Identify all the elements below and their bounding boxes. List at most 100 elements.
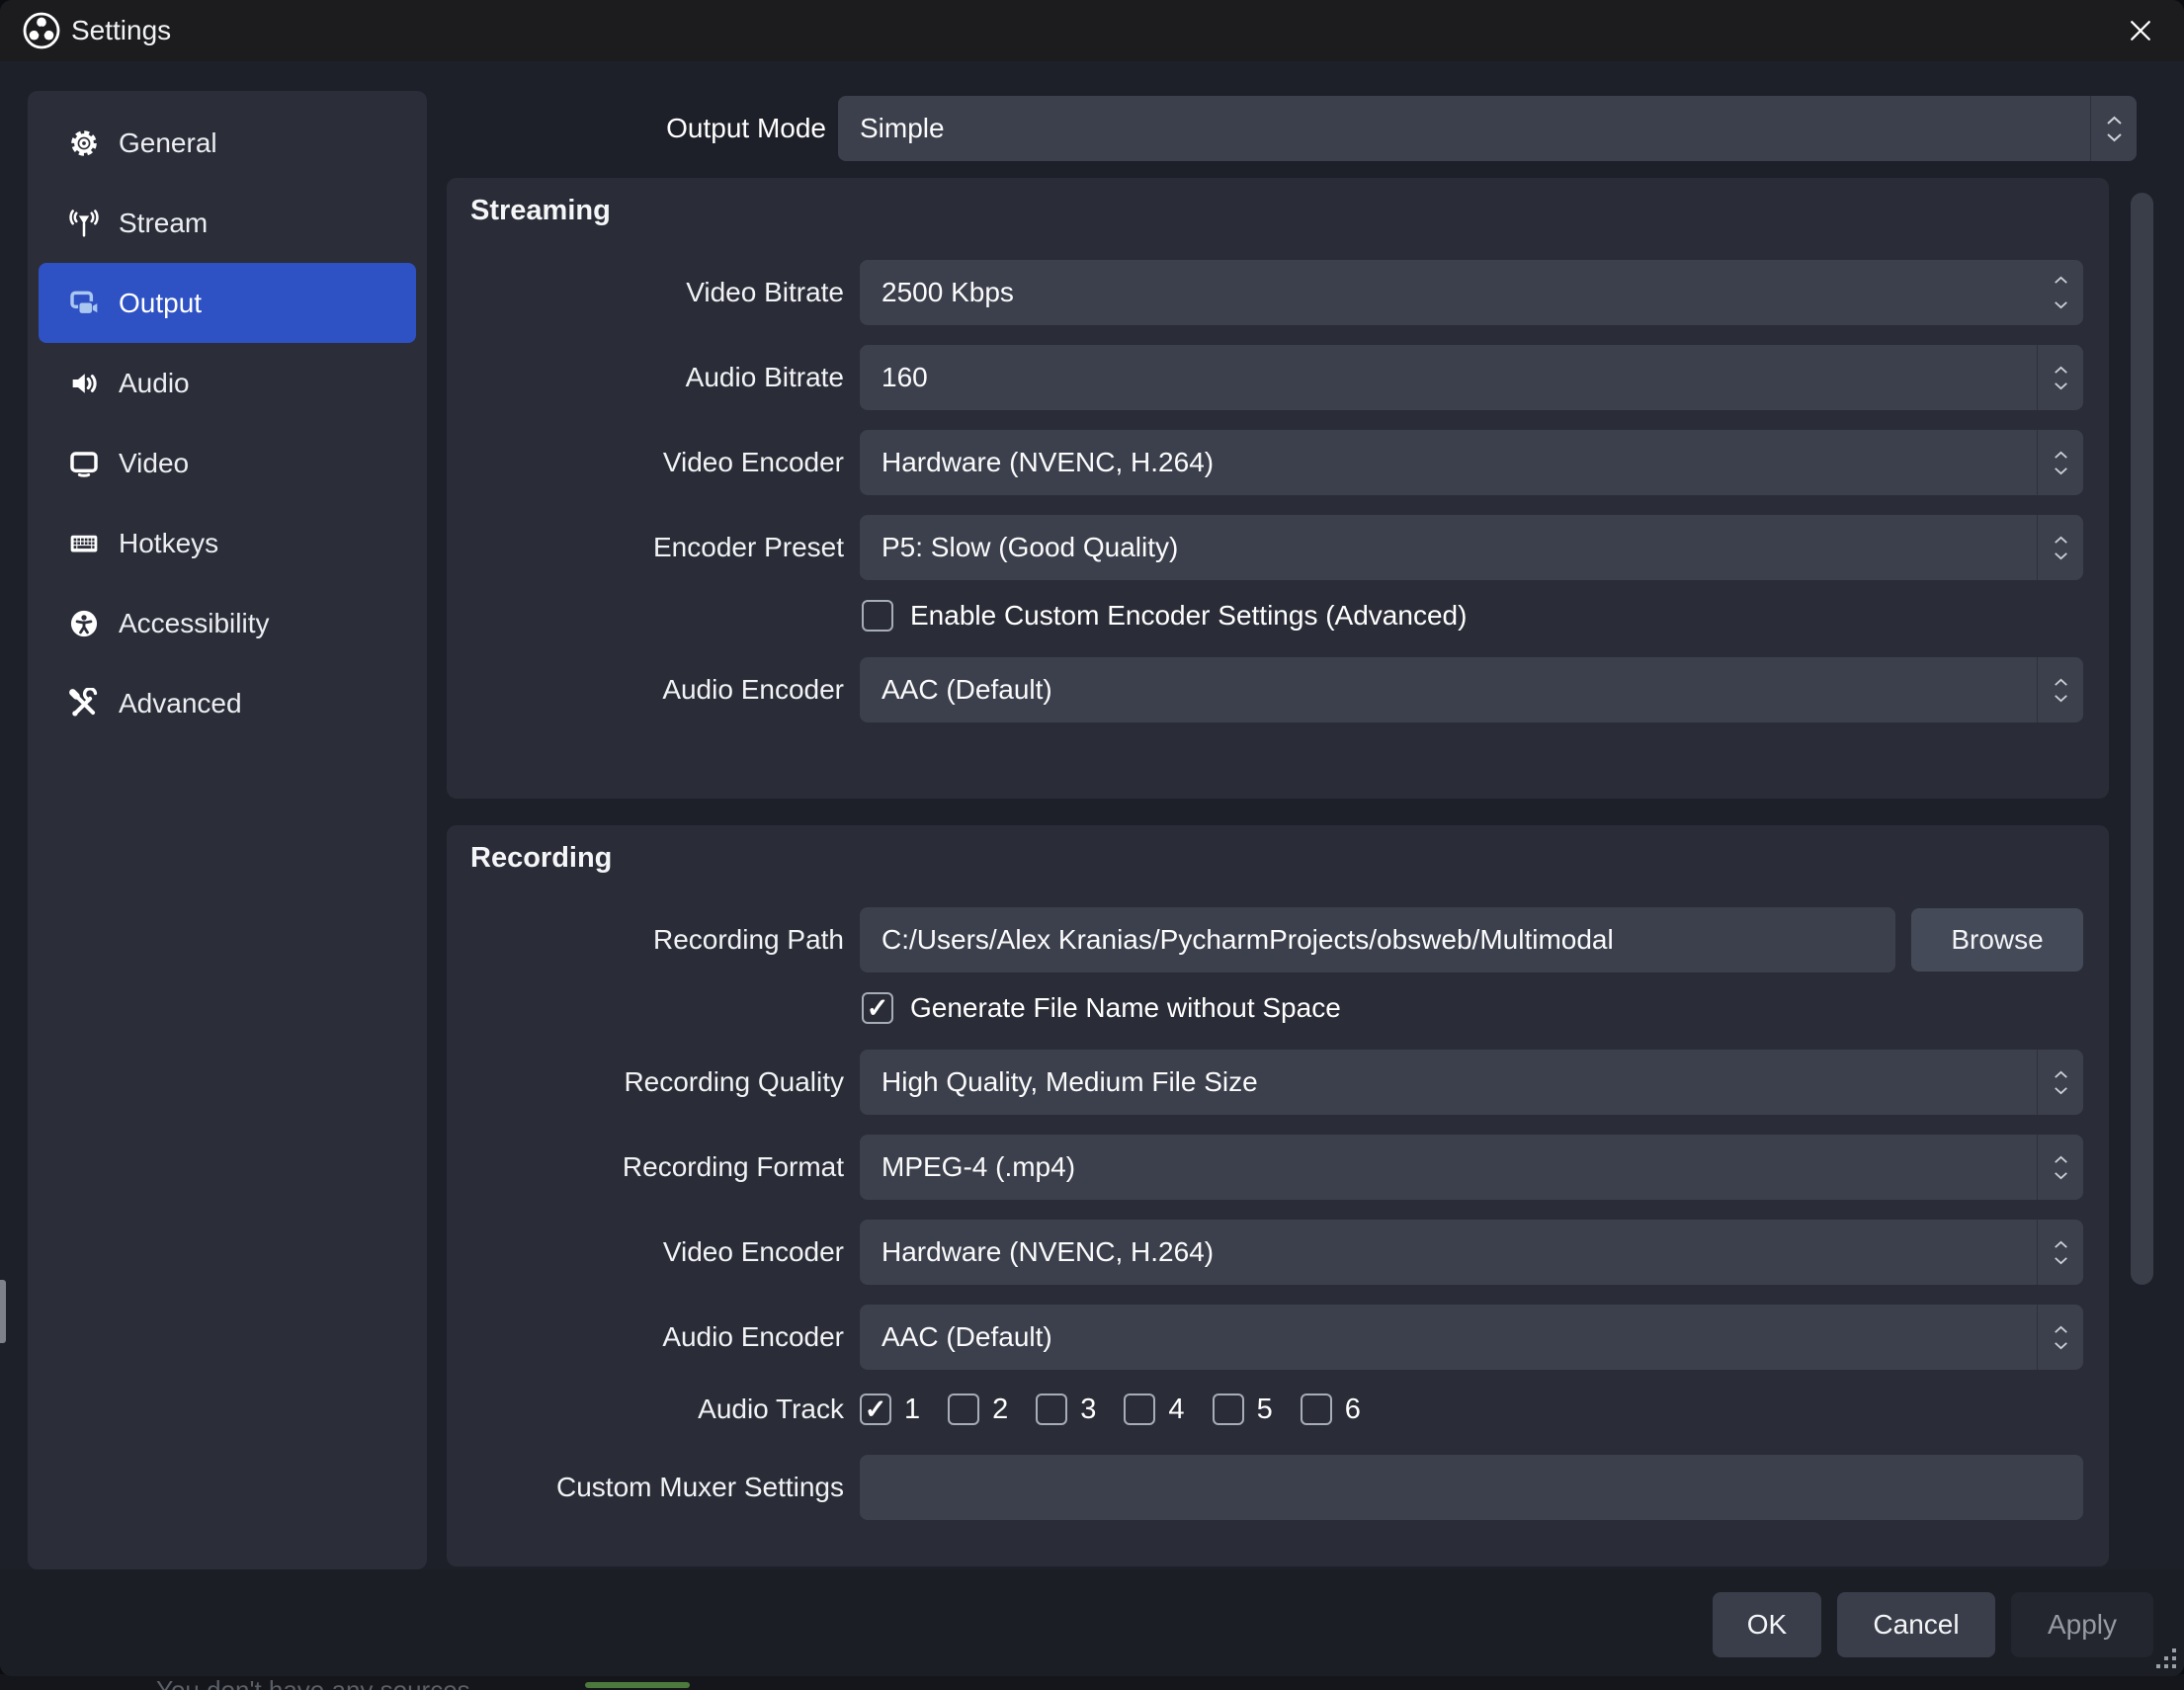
recording-audio-encoder-select[interactable]: AAC (Default): [860, 1305, 2083, 1370]
sidebar-item-label: Audio: [119, 368, 190, 399]
sidebar: General Stream: [28, 91, 427, 1569]
video-encoder-label: Video Encoder: [447, 447, 844, 478]
stream-audio-encoder-row: Audio Encoder AAC (Default): [447, 657, 2109, 722]
video-bitrate-label: Video Bitrate: [447, 277, 844, 308]
generate-filename-checkbox[interactable]: ✓: [862, 992, 893, 1024]
dropdown-spinner[interactable]: [2037, 1135, 2083, 1200]
recording-format-value: MPEG-4 (.mp4): [882, 1151, 1075, 1183]
sidebar-item-output[interactable]: Output: [39, 263, 416, 343]
encoder-preset-select[interactable]: P5: Slow (Good Quality): [860, 515, 2083, 580]
sidebar-item-hotkeys[interactable]: Hotkeys: [39, 503, 416, 583]
video-bitrate-value: 2500 Kbps: [882, 277, 1014, 308]
generate-filename-checkbox-label: Generate File Name without Space: [910, 992, 1341, 1024]
chevron-down-icon: [2054, 1171, 2068, 1180]
recording-format-select[interactable]: MPEG-4 (.mp4): [860, 1135, 2083, 1200]
browse-button[interactable]: Browse: [1911, 908, 2083, 972]
audio-track-1-label: 1: [904, 1394, 920, 1426]
custom-muxer-label: Custom Muxer Settings: [447, 1472, 844, 1503]
recording-path-row: Recording Path Browse: [447, 907, 2109, 972]
titlebar: Settings: [0, 0, 2184, 61]
chevron-up-icon: [2054, 678, 2068, 687]
spinner-buttons[interactable]: [2038, 260, 2083, 325]
chevron-down-icon: [2054, 466, 2068, 475]
sidebar-item-advanced[interactable]: Advanced: [39, 663, 416, 743]
output-mode-value: Simple: [860, 113, 945, 144]
audio-track-5-checkbox[interactable]: [1213, 1394, 1244, 1425]
sidebar-item-label: Output: [119, 288, 202, 319]
custom-muxer-input[interactable]: [860, 1455, 2083, 1520]
sidebar-item-label: Hotkeys: [119, 528, 218, 559]
chevron-down-icon: [2054, 1086, 2068, 1095]
dropdown-spinner[interactable]: [2037, 1050, 2083, 1115]
sidebar-item-accessibility[interactable]: Accessibility: [39, 583, 416, 663]
recording-video-encoder-select[interactable]: Hardware (NVENC, H.264): [860, 1220, 2083, 1285]
output-icon: [68, 288, 100, 319]
chevron-up-icon: [2054, 1070, 2068, 1079]
audio-track-label: Audio Track: [447, 1394, 844, 1425]
resize-grip[interactable]: [2156, 1648, 2178, 1670]
audio-track-1-checkbox[interactable]: ✓: [860, 1394, 891, 1425]
recording-format-row: Recording Format MPEG-4 (.mp4): [447, 1135, 2109, 1200]
dropdown-spinner[interactable]: [2037, 515, 2083, 580]
dropdown-spinner[interactable]: [2090, 96, 2137, 161]
dropdown-spinner[interactable]: [2037, 1220, 2083, 1285]
sidebar-item-label: Stream: [119, 208, 208, 239]
video-bitrate-row: Video Bitrate 2500 Kbps: [447, 260, 2109, 325]
recording-path-input[interactable]: [860, 907, 1895, 972]
audio-track-6-label: 6: [1345, 1394, 1361, 1426]
audio-track-3-label: 3: [1080, 1394, 1096, 1426]
ok-button[interactable]: OK: [1713, 1592, 1821, 1657]
audio-track-6-checkbox[interactable]: [1301, 1394, 1332, 1425]
video-encoder-value: Hardware (NVENC, H.264): [882, 1236, 1214, 1268]
advanced-icon: [68, 688, 100, 719]
sidebar-item-video[interactable]: Video: [39, 423, 416, 503]
video-bitrate-spinner[interactable]: 2500 Kbps: [860, 260, 2083, 325]
output-mode-select[interactable]: Simple: [838, 96, 2137, 161]
obs-logo-icon: [22, 11, 61, 50]
chevron-down-icon: [2054, 381, 2068, 390]
audio-track-2-checkbox[interactable]: [948, 1394, 979, 1425]
chevron-down-icon: [2054, 694, 2068, 703]
sidebar-item-audio[interactable]: Audio: [39, 343, 416, 423]
audio-track-5-label: 5: [1257, 1394, 1273, 1426]
recording-video-encoder-row: Video Encoder Hardware (NVENC, H.264): [447, 1220, 2109, 1285]
streaming-section: Streaming Video Bitrate 2500 Kbps Audio …: [447, 178, 2109, 799]
cancel-button[interactable]: Cancel: [1837, 1592, 1995, 1657]
video-icon: [68, 448, 100, 479]
close-button[interactable]: [2119, 9, 2162, 52]
chevron-down-icon: [2106, 132, 2123, 142]
audio-track-4-checkbox[interactable]: [1124, 1394, 1155, 1425]
recording-quality-row: Recording Quality High Quality, Medium F…: [447, 1050, 2109, 1115]
stream-video-encoder-select[interactable]: Hardware (NVENC, H.264): [860, 430, 2083, 495]
output-mode-row: Output Mode Simple: [0, 96, 2137, 161]
sidebar-item-stream[interactable]: Stream: [39, 183, 416, 263]
custom-encoder-checkbox[interactable]: [862, 600, 893, 632]
chevron-up-icon: [2054, 366, 2068, 375]
recording-quality-select[interactable]: High Quality, Medium File Size: [860, 1050, 2083, 1115]
background-window-notch: [0, 1280, 6, 1343]
audio-bitrate-label: Audio Bitrate: [447, 362, 844, 393]
encoder-preset-value: P5: Slow (Good Quality): [882, 532, 1178, 563]
custom-muxer-row: Custom Muxer Settings: [447, 1455, 2109, 1520]
vertical-scrollbar[interactable]: [2131, 193, 2153, 1285]
recording-path-label: Recording Path: [447, 924, 844, 956]
chevron-up-icon: [2106, 116, 2123, 126]
generate-filename-row: ✓ Generate File Name without Space: [862, 992, 2109, 1024]
audio-bitrate-value: 160: [882, 362, 928, 393]
encoder-preset-row: Encoder Preset P5: Slow (Good Quality): [447, 515, 2109, 580]
output-mode-label: Output Mode: [0, 113, 826, 144]
custom-encoder-checkbox-label: Enable Custom Encoder Settings (Advanced…: [910, 600, 1467, 632]
dropdown-spinner[interactable]: [2037, 1305, 2083, 1370]
custom-encoder-settings-row: Enable Custom Encoder Settings (Advanced…: [862, 600, 2109, 632]
streaming-section-title: Streaming: [447, 194, 2109, 227]
audio-encoder-label: Audio Encoder: [447, 674, 844, 706]
audio-bitrate-select[interactable]: 160: [860, 345, 2083, 410]
recording-section-title: Recording: [447, 841, 2109, 875]
stream-audio-encoder-select[interactable]: AAC (Default): [860, 657, 2083, 722]
background-window-strip: You don't have any sources...: [0, 1674, 2184, 1690]
dropdown-spinner[interactable]: [2037, 657, 2083, 722]
dropdown-spinner[interactable]: [2037, 345, 2083, 410]
apply-button[interactable]: Apply: [2011, 1592, 2153, 1657]
audio-track-3-checkbox[interactable]: [1036, 1394, 1067, 1425]
dropdown-spinner[interactable]: [2037, 430, 2083, 495]
